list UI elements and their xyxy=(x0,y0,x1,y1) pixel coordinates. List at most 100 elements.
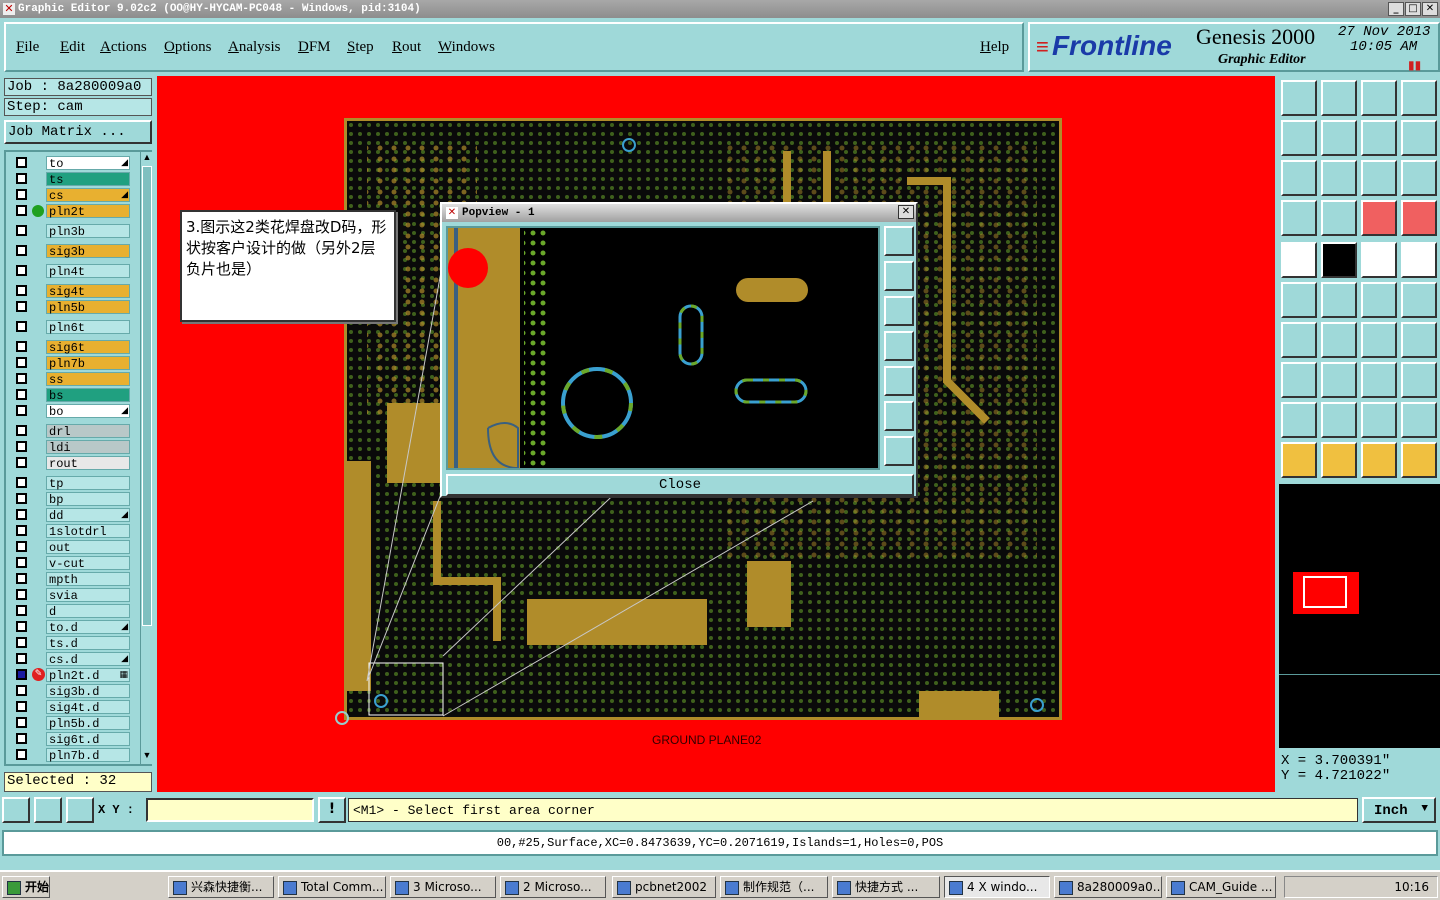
overview-viewport[interactable] xyxy=(1303,576,1347,608)
taskbar-item[interactable]: 快捷方式 ... xyxy=(832,876,940,898)
layer-checkbox[interactable] xyxy=(16,285,27,296)
menu-windows[interactable]: Windows xyxy=(438,39,495,56)
layer-checkbox[interactable] xyxy=(16,733,27,744)
taskbar-item[interactable]: 4 X windo... xyxy=(944,876,1050,898)
layer-row[interactable]: pln6t xyxy=(14,320,130,335)
layer-checkbox[interactable] xyxy=(16,589,27,600)
layer-row[interactable]: pln3b xyxy=(14,224,130,239)
angle-snap-icon[interactable] xyxy=(34,797,62,823)
popview-canvas[interactable] xyxy=(446,226,880,470)
zoom-fit-icon[interactable] xyxy=(1281,160,1317,196)
measure-icon[interactable] xyxy=(1361,362,1397,398)
layer-checkbox[interactable] xyxy=(16,425,27,436)
layer-row[interactable]: ts.d xyxy=(14,636,130,651)
layer-checkbox[interactable] xyxy=(16,265,27,276)
alert-icon[interactable]: ! xyxy=(318,797,346,823)
layer-row[interactable]: ldi xyxy=(14,440,130,455)
triangle-4-icon[interactable] xyxy=(1401,402,1437,438)
layer-row[interactable]: tp xyxy=(14,476,130,491)
window-icon[interactable] xyxy=(1401,80,1437,116)
layer-row[interactable]: pln4t xyxy=(14,264,130,279)
layer-row[interactable]: ss xyxy=(14,372,130,387)
popview-zoom-in-button[interactable] xyxy=(884,401,914,431)
menu-dfm[interactable]: DFM xyxy=(298,39,331,56)
layer-checkbox[interactable] xyxy=(16,301,27,312)
layer-row[interactable]: rout xyxy=(14,456,130,471)
popview-title-bar[interactable]: ✕ Popview - 1 ✕ xyxy=(442,204,916,222)
layer-row[interactable]: bs xyxy=(14,388,130,403)
snap-icon[interactable] xyxy=(2,797,30,823)
layer-row[interactable]: cs ◢ xyxy=(14,188,130,203)
layer-checkbox[interactable] xyxy=(16,245,27,256)
select-pad-icon[interactable] xyxy=(1281,362,1317,398)
menu-options[interactable]: Options xyxy=(164,39,212,56)
layer-checkbox[interactable] xyxy=(16,441,27,452)
layer-checkbox[interactable] xyxy=(16,457,27,468)
group-icon[interactable] xyxy=(1401,362,1437,398)
overview-map[interactable] xyxy=(1279,484,1440,748)
layer-row[interactable]: out xyxy=(14,540,130,555)
layer-checkbox[interactable] xyxy=(16,621,27,632)
maximize-button[interactable]: □ xyxy=(1405,2,1421,16)
layer-row[interactable]: cs.d ◢ xyxy=(14,652,130,667)
layer-checkbox[interactable] xyxy=(16,557,27,568)
triangle-icon[interactable] xyxy=(1281,402,1317,438)
layer-checkbox[interactable] xyxy=(16,157,27,168)
taskbar-item[interactable]: 3 Microso... xyxy=(390,876,496,898)
layer-checkbox[interactable] xyxy=(16,205,27,216)
taskbar-item[interactable]: 制作规范（... xyxy=(720,876,828,898)
layer-row[interactable]: d xyxy=(14,604,130,619)
help-icon[interactable] xyxy=(1401,160,1437,196)
popview-close-icon[interactable]: ✕ xyxy=(898,205,914,219)
pad-icon[interactable] xyxy=(1281,242,1317,278)
pan-icon[interactable] xyxy=(1321,160,1357,196)
scroll-down-icon[interactable]: ▼ xyxy=(142,750,152,762)
layer-row[interactable]: sig4t.d xyxy=(14,700,130,715)
layer-row[interactable]: pln5b.d xyxy=(14,716,130,731)
home-icon[interactable] xyxy=(1361,80,1397,116)
cross-icon[interactable] xyxy=(1321,282,1357,318)
layer-row[interactable]: ts xyxy=(14,172,130,187)
layer-checkbox[interactable] xyxy=(16,389,27,400)
taskbar-item[interactable]: 8a280009a0... xyxy=(1054,876,1162,898)
angle-icon[interactable] xyxy=(1281,322,1317,358)
ruler-icon[interactable] xyxy=(1361,242,1397,278)
menu-file[interactable]: File xyxy=(16,39,39,56)
layer-row[interactable]: sig4t xyxy=(14,284,130,299)
job-matrix-button[interactable]: Job Matrix ... xyxy=(4,120,152,144)
layer-checkbox[interactable] xyxy=(16,525,27,536)
layer-checkbox[interactable] xyxy=(16,173,27,184)
layer-row[interactable]: sig3b.d xyxy=(14,684,130,699)
taskbar-item[interactable]: pcbnet2002 xyxy=(612,876,716,898)
popview-close-button[interactable]: Close xyxy=(446,474,914,496)
layer-checkbox[interactable] xyxy=(16,669,27,680)
taskbar-item[interactable]: 兴森快捷衡... xyxy=(168,876,274,898)
move-down-icon[interactable] xyxy=(1321,80,1357,116)
popview-pan-down-button[interactable] xyxy=(884,296,914,326)
move-right-icon[interactable] xyxy=(1321,120,1357,156)
route-icon[interactable] xyxy=(1401,442,1437,478)
menu-actions[interactable]: Actions xyxy=(100,39,147,56)
layer-row[interactable]: v-cut xyxy=(14,556,130,571)
grid-snap-icon[interactable] xyxy=(66,797,94,823)
layer-checkbox[interactable] xyxy=(16,321,27,332)
layer-row[interactable]: pln7b.d xyxy=(14,748,130,763)
layer-checkbox[interactable] xyxy=(16,717,27,728)
menu-edit[interactable]: Edit xyxy=(60,39,85,56)
layer-row[interactable]: to.d ◢ xyxy=(14,620,130,635)
mirror-icon[interactable] xyxy=(1361,120,1397,156)
scale-icon[interactable] xyxy=(1361,160,1397,196)
layer-row[interactable]: pln7b xyxy=(14,356,130,371)
taskbar-item[interactable]: 2 Microso... xyxy=(500,876,606,898)
close-window-button[interactable]: ✕ xyxy=(1422,2,1438,16)
layer-row[interactable]: ✎ pln2t.d ▦ xyxy=(14,668,130,683)
layer-row[interactable]: dd ◢ xyxy=(14,508,130,523)
minimize-button[interactable]: _ xyxy=(1388,2,1404,16)
taskbar-item[interactable]: CAM_Guide ... xyxy=(1166,876,1276,898)
layer-row[interactable]: pln2t xyxy=(14,204,130,219)
layer-checkbox[interactable] xyxy=(16,357,27,368)
pointer-3-icon[interactable] xyxy=(1361,442,1397,478)
layers-edit-icon[interactable] xyxy=(1401,200,1437,236)
layer-row[interactable]: pln5b xyxy=(14,300,130,315)
palette-icon[interactable] xyxy=(1281,200,1317,236)
